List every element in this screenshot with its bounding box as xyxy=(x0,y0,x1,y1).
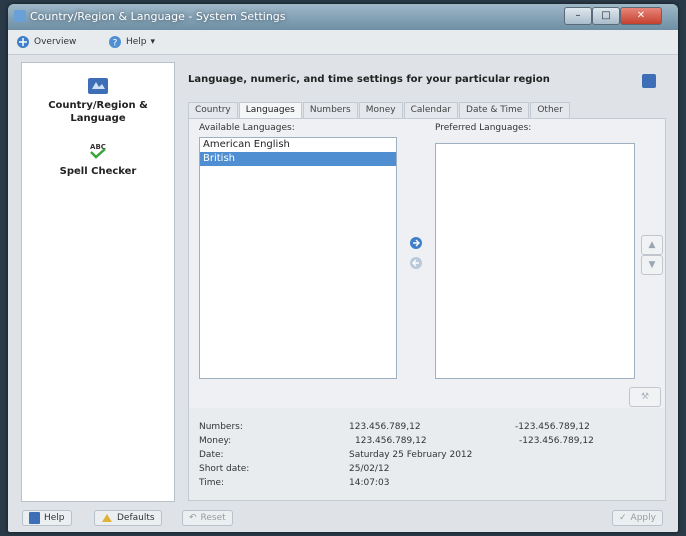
settings-window: Country/Region & Language - System Setti… xyxy=(8,4,678,532)
preview-negative: -123.456.789,12 xyxy=(515,422,590,432)
help-button[interactable]: Help xyxy=(22,510,72,526)
maximize-button[interactable]: □ xyxy=(592,7,620,25)
minimize-button[interactable]: – xyxy=(564,7,592,25)
arrow-up-icon: ▲ xyxy=(648,240,656,250)
button-bar: Help Defaults ↶ Reset ✓ Apply xyxy=(8,504,678,532)
arrow-left-icon xyxy=(410,257,422,269)
overview-icon xyxy=(17,36,29,48)
arrow-down-icon: ▼ xyxy=(648,260,656,270)
svg-text:?: ? xyxy=(113,39,118,49)
remove-language-button[interactable] xyxy=(408,255,424,271)
reset-icon: ↶ xyxy=(189,513,197,523)
preview-label: Numbers: xyxy=(199,422,243,432)
list-item[interactable]: British xyxy=(200,152,396,166)
info-icon xyxy=(642,74,656,88)
preview-label: Money: xyxy=(199,436,232,446)
toolbar: Overview ? Help ▾ xyxy=(8,30,678,55)
tab-other[interactable]: Other xyxy=(530,102,570,118)
apply-button-label: Apply xyxy=(630,513,656,523)
spell-check-icon: ABC xyxy=(90,143,106,159)
move-down-button[interactable]: ▼ xyxy=(641,255,663,275)
tab-country[interactable]: Country xyxy=(188,102,238,118)
check-icon: ✓ xyxy=(619,513,627,523)
preview-label: Short date: xyxy=(199,464,250,474)
list-item[interactable]: American English xyxy=(200,138,396,152)
overview-label: Overview xyxy=(34,37,77,47)
close-icon: ✕ xyxy=(636,10,646,21)
overview-button[interactable]: Overview xyxy=(16,34,76,50)
page-title: Language, numeric, and time settings for… xyxy=(188,74,550,85)
reset-button[interactable]: ↶ Reset xyxy=(182,510,233,526)
window-title: Country/Region & Language - System Setti… xyxy=(30,10,286,23)
tab-bar: Country Languages Numbers Money Calendar… xyxy=(188,102,571,118)
tab-date-time[interactable]: Date & Time xyxy=(459,102,530,118)
close-button[interactable]: ✕ xyxy=(620,7,662,25)
add-language-button[interactable] xyxy=(408,235,424,251)
preview-negative: -123.456.789,12 xyxy=(519,436,594,446)
preferred-languages-list[interactable] xyxy=(435,143,635,379)
preview-value: 123.456.789,12 xyxy=(355,436,427,446)
move-up-button[interactable]: ▲ xyxy=(641,235,663,255)
sidebar: Country/Region & Language ABC Spell Chec… xyxy=(21,62,175,502)
preview-label: Date: xyxy=(199,450,224,460)
title-bar[interactable]: Country/Region & Language - System Setti… xyxy=(8,4,678,30)
available-languages-list[interactable]: American English British xyxy=(199,137,397,379)
help-menu-button[interactable]: ? Help ▾ xyxy=(108,34,155,50)
defaults-icon xyxy=(102,514,112,522)
app-icon xyxy=(14,10,26,22)
install-button[interactable]: ⚒ xyxy=(629,387,661,407)
available-languages-label: Available Languages: xyxy=(199,123,295,133)
wrench-icon: ⚒ xyxy=(640,392,650,402)
help-button-label: Help xyxy=(44,513,65,523)
preview-label: Time: xyxy=(199,478,225,488)
sidebar-item-label: Country/Region & Language xyxy=(48,100,148,124)
apply-button[interactable]: ✓ Apply xyxy=(612,510,663,526)
preview-value: 14:07:03 xyxy=(349,478,390,488)
defaults-button-label: Defaults xyxy=(117,513,155,523)
chevron-down-icon: ▾ xyxy=(150,37,156,47)
reset-button-label: Reset xyxy=(200,513,226,523)
preview-value: Saturday 25 February 2012 xyxy=(349,450,473,460)
minimize-icon: – xyxy=(575,10,581,21)
maximize-icon: □ xyxy=(601,10,611,21)
preferred-languages-label: Preferred Languages: xyxy=(435,123,532,133)
defaults-button[interactable]: Defaults xyxy=(94,510,162,526)
sidebar-item-label: Spell Checker xyxy=(59,166,137,177)
help-book-icon xyxy=(29,512,40,524)
format-preview: Numbers: 123.456.789,12 -123.456.789,12 … xyxy=(188,408,666,501)
sidebar-item-spell-checker[interactable]: ABC Spell Checker xyxy=(22,141,174,178)
tab-money[interactable]: Money xyxy=(358,102,403,118)
sidebar-item-country-region[interactable]: Country/Region & Language xyxy=(22,77,174,125)
preview-value: 123.456.789,12 xyxy=(349,422,421,432)
help-icon: ? xyxy=(109,36,121,49)
preview-value: 25/02/12 xyxy=(349,464,390,474)
help-label: Help xyxy=(126,37,147,47)
languages-panel: Available Languages: Preferred Languages… xyxy=(188,118,666,410)
tab-calendar[interactable]: Calendar xyxy=(403,102,459,118)
flag-icon xyxy=(88,78,108,94)
tab-languages[interactable]: Languages xyxy=(238,102,302,118)
tab-numbers[interactable]: Numbers xyxy=(302,102,358,118)
arrow-right-icon xyxy=(410,237,422,249)
